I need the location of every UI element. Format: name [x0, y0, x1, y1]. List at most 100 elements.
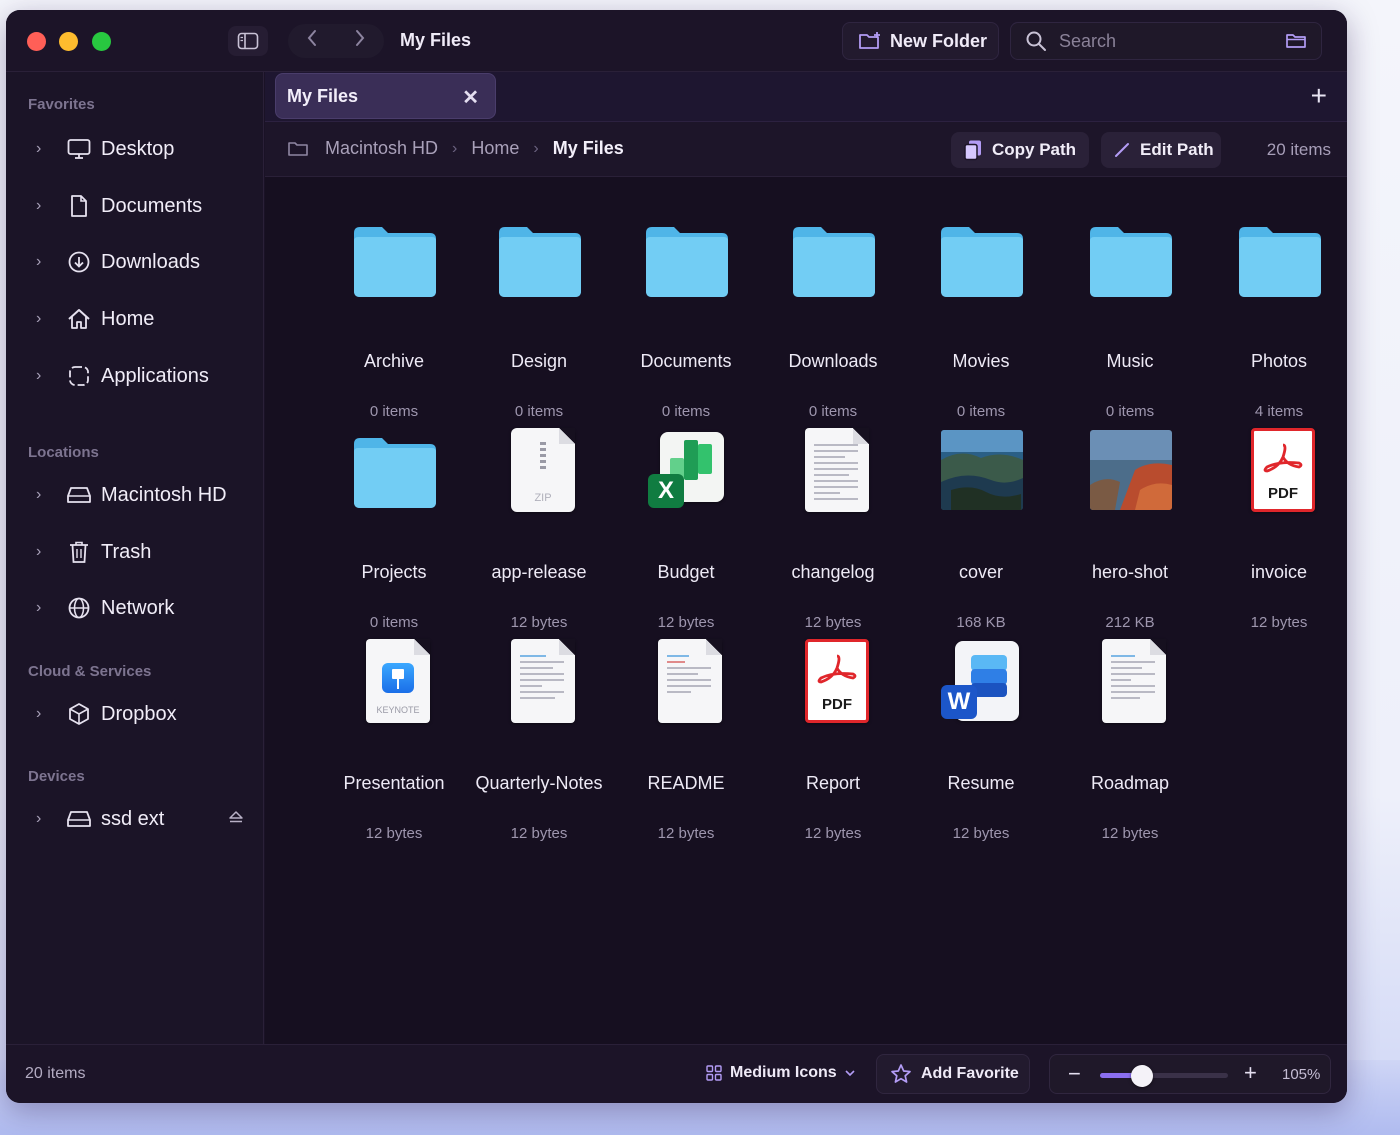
file-item-archive[interactable]: Archive 0 items: [319, 217, 469, 420]
window-title: My Files: [400, 30, 472, 50]
zip-file-icon: ZIP: [511, 428, 575, 512]
file-item-music[interactable]: Music 0 items: [1055, 217, 1205, 420]
close-window-button[interactable]: [27, 32, 46, 51]
chevron-right-icon[interactable]: ›: [36, 140, 41, 158]
chevron-right-icon[interactable]: ›: [36, 367, 41, 385]
sidebar-item-downloads[interactable]: › Downloads: [6, 242, 264, 282]
globe-icon: [66, 595, 92, 621]
star-icon: [891, 1064, 911, 1083]
pdf-badge: PDF: [1268, 485, 1298, 502]
folder-icon: [499, 227, 581, 297]
navigation-buttons: [288, 24, 384, 58]
file-item-photos[interactable]: Photos 4 items: [1204, 217, 1347, 420]
file-item-report[interactable]: PDF Report 12 bytes: [758, 639, 908, 842]
file-item-movies[interactable]: Movies 0 items: [906, 217, 1056, 420]
file-item-invoice[interactable]: PDF invoice 12 bytes: [1204, 428, 1347, 631]
chevron-right-icon[interactable]: ›: [36, 197, 41, 215]
sidebar-item-desktop[interactable]: › Desktop: [6, 129, 264, 169]
image-thumbnail-rocks: [1090, 430, 1172, 510]
chevron-right-icon[interactable]: ›: [36, 599, 41, 617]
file-item-cover[interactable]: cover 168 KB: [906, 428, 1056, 631]
forward-button[interactable]: [354, 29, 366, 53]
sidebar-item-label: Desktop: [101, 137, 175, 160]
add-tab-button[interactable]: +: [1311, 82, 1327, 110]
desktop-icon: [66, 136, 92, 162]
file-item-budget[interactable]: X Budget 12 bytes: [611, 428, 761, 631]
file-item-design[interactable]: Design 0 items: [464, 217, 614, 420]
sidebar-item-ssd-ext[interactable]: › ssd ext: [6, 799, 264, 839]
copy-path-button[interactable]: Copy Path: [951, 132, 1089, 168]
zoom-slider[interactable]: [1100, 1065, 1228, 1087]
folder-icon: [793, 227, 875, 297]
chevron-right-icon[interactable]: ›: [36, 705, 41, 723]
maximize-window-button[interactable]: [92, 32, 111, 51]
sidebar-toggle-button[interactable]: [228, 26, 268, 56]
folder-scope-icon[interactable]: [1285, 32, 1307, 50]
tab-bar: My Files ✕ +: [265, 72, 1347, 122]
view-mode-dropdown[interactable]: Medium Icons: [706, 1064, 855, 1082]
chevron-right-icon[interactable]: ›: [36, 543, 41, 561]
chevron-right-icon[interactable]: ›: [36, 253, 41, 271]
chevron-right-icon[interactable]: ›: [36, 486, 41, 504]
chevron-right-icon: ›: [452, 139, 458, 157]
zoom-slider-knob[interactable]: [1131, 1065, 1154, 1087]
tab-my-files[interactable]: My Files ✕: [275, 73, 496, 119]
chevron-right-icon[interactable]: ›: [36, 810, 41, 828]
new-folder-label: New Folder: [890, 30, 988, 51]
chevron-down-icon: [845, 1070, 855, 1077]
sidebar-section-devices: Devices: [28, 768, 85, 785]
file-item-changelog[interactable]: changelog 12 bytes: [758, 428, 908, 631]
word-file-icon: W: [941, 639, 1021, 725]
add-favorite-label: Add Favorite: [921, 1065, 1019, 1082]
file-item-downloads[interactable]: Downloads 0 items: [758, 217, 908, 420]
excel-file-icon: X: [646, 428, 726, 514]
file-item-quarterly-notes[interactable]: Quarterly-Notes 12 bytes: [464, 639, 614, 842]
sidebar-item-macintosh-hd[interactable]: › Macintosh HD: [6, 475, 264, 515]
zoom-in-button[interactable]: +: [1244, 1060, 1257, 1086]
sidebar-item-label: Applications: [101, 364, 209, 387]
file-item-presentation[interactable]: KEYNOTE Presentation 12 bytes: [319, 639, 469, 842]
excel-badge: X: [648, 474, 684, 508]
eject-icon[interactable]: [228, 810, 244, 829]
sidebar-section-favorites: Favorites: [28, 96, 95, 113]
sidebar-item-documents[interactable]: › Documents: [6, 186, 264, 226]
search-field[interactable]: [1010, 22, 1322, 60]
file-item-documents[interactable]: Documents 0 items: [611, 217, 761, 420]
search-input[interactable]: [1059, 30, 1259, 52]
text-file-icon: [511, 639, 575, 723]
add-favorite-button[interactable]: Add Favorite: [876, 1054, 1030, 1094]
new-folder-button[interactable]: New Folder: [842, 22, 999, 60]
zoom-out-button[interactable]: −: [1068, 1061, 1081, 1087]
sidebar-item-home[interactable]: › Home: [6, 299, 264, 339]
file-item-roadmap[interactable]: Roadmap 12 bytes: [1055, 639, 1205, 842]
file-item-projects[interactable]: Projects 0 items: [319, 428, 469, 631]
folder-icon: [941, 227, 1023, 297]
breadcrumb-item[interactable]: Macintosh HD: [325, 138, 438, 159]
sidebar-section-locations: Locations: [28, 444, 99, 461]
zoom-level: 105%: [1282, 1066, 1321, 1083]
breadcrumb-current[interactable]: My Files: [553, 138, 624, 159]
sidebar-item-label: Dropbox: [101, 702, 177, 725]
file-name: Roadmap: [1090, 773, 1170, 793]
folder-icon: [1239, 227, 1321, 297]
copy-path-label: Copy Path: [992, 140, 1077, 159]
sidebar-item-dropbox[interactable]: › Dropbox: [6, 694, 264, 734]
path-bar: Macintosh HD › Home › My Files Copy Path…: [265, 122, 1347, 177]
edit-path-button[interactable]: Edit Path: [1101, 132, 1221, 168]
file-item-hero-shot[interactable]: hero-shot 212 KB: [1055, 428, 1205, 631]
tab-label: My Files: [287, 85, 359, 106]
close-tab-icon[interactable]: ✕: [462, 85, 479, 110]
chevron-right-icon[interactable]: ›: [36, 310, 41, 328]
box-icon: [66, 701, 92, 727]
sidebar-item-trash[interactable]: › Trash: [6, 532, 264, 572]
sidebar-item-applications[interactable]: › Applications: [6, 356, 264, 396]
sidebar-item-network[interactable]: › Network: [6, 588, 264, 628]
file-item-app-release[interactable]: ZIP app-release 12 bytes: [464, 428, 614, 631]
file-item-readme[interactable]: README 12 bytes: [611, 639, 761, 842]
minimize-window-button[interactable]: [59, 32, 78, 51]
keynote-badge: KEYNOTE: [376, 705, 420, 715]
back-button[interactable]: [306, 29, 318, 53]
breadcrumb-item[interactable]: Home: [471, 138, 519, 159]
file-item-resume[interactable]: W Resume 12 bytes: [906, 639, 1056, 842]
keynote-file-icon: KEYNOTE: [366, 639, 430, 723]
